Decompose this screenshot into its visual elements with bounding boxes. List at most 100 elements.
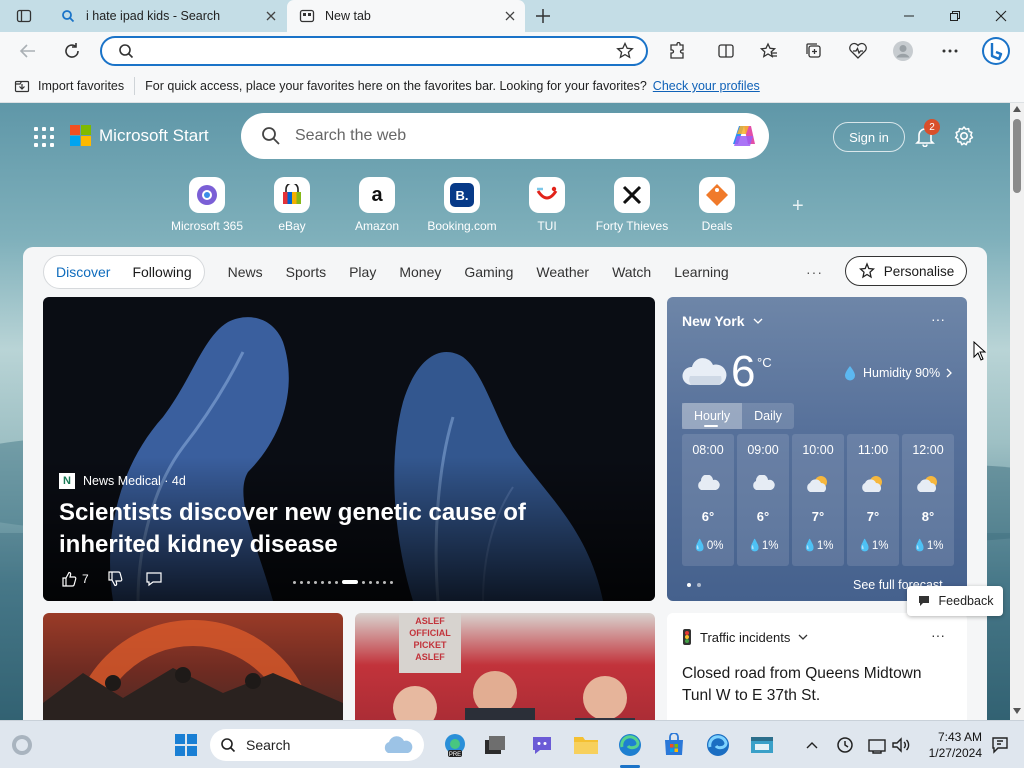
weather-location-selector[interactable]: New York xyxy=(682,313,763,329)
tab-daily[interactable]: Daily xyxy=(742,403,794,429)
notification-center-icon[interactable] xyxy=(986,731,1014,759)
scroll-up-arrow-icon[interactable] xyxy=(1013,106,1021,112)
nav-gaming[interactable]: Gaming xyxy=(464,264,513,280)
hour-forecast-item[interactable]: 08:00 6° 💧0% xyxy=(682,434,734,566)
favorite-star-icon[interactable] xyxy=(616,42,634,60)
nav-watch[interactable]: Watch xyxy=(612,264,651,280)
weather-pagination-dots[interactable] xyxy=(687,583,701,587)
search-icon xyxy=(220,737,236,753)
carousel-dots[interactable] xyxy=(293,580,393,584)
scrollbar-thumb[interactable] xyxy=(1013,119,1021,193)
traffic-incident-text[interactable]: Closed road from Queens Midtown Tunl W t… xyxy=(682,663,952,707)
microsoft-start-logo[interactable]: Microsoft Start xyxy=(70,125,209,146)
hour-temp: 7° xyxy=(811,509,825,524)
chevron-down-icon xyxy=(753,318,763,324)
add-shortcut-plus-icon[interactable]: + xyxy=(792,195,804,218)
personalise-button[interactable]: Personalise xyxy=(845,256,967,286)
nav-money[interactable]: Money xyxy=(399,264,441,280)
tab-search[interactable]: i hate ipad kids - Search xyxy=(48,0,286,32)
back-arrow-icon[interactable] xyxy=(17,40,39,62)
quick-link-forty-thieves[interactable]: Forty Thieves xyxy=(589,177,675,233)
collections-icon[interactable] xyxy=(803,40,825,62)
split-screen-icon[interactable] xyxy=(715,40,737,62)
widgets-icon[interactable] xyxy=(8,731,36,759)
nav-news[interactable]: News xyxy=(228,264,263,280)
nav-more-button[interactable]: ··· xyxy=(806,264,823,280)
copilot-bing-icon[interactable] xyxy=(980,35,1012,67)
edge-beta-icon[interactable] xyxy=(704,731,732,759)
article-source[interactable]: N News Medical · 4d xyxy=(59,473,186,489)
quick-link-ebay[interactable]: eBay xyxy=(249,177,335,233)
web-search-box[interactable]: Search the web xyxy=(241,113,769,159)
page-scrollbar[interactable] xyxy=(1010,103,1024,720)
hour-forecast-item[interactable]: 12:00 8° 💧1% xyxy=(902,434,954,566)
edge-browser-icon[interactable] xyxy=(616,731,644,759)
apps-launcher-icon[interactable] xyxy=(34,127,54,147)
address-bar[interactable] xyxy=(100,36,648,66)
quick-link-deals[interactable]: Deals xyxy=(674,177,760,233)
nav-sports[interactable]: Sports xyxy=(286,264,326,280)
minimize-button[interactable] xyxy=(886,0,932,32)
quick-link-microsoft365[interactable]: Microsoft 365 xyxy=(164,177,250,233)
app-window-icon[interactable] xyxy=(748,731,776,759)
teams-chat-icon[interactable] xyxy=(528,731,556,759)
edge-preview-icon[interactable]: PRE xyxy=(441,731,469,759)
traffic-header[interactable]: Traffic incidents xyxy=(682,629,808,645)
hour-forecast-item[interactable]: 10:00 7° 💧1% xyxy=(792,434,844,566)
nav-weather[interactable]: Weather xyxy=(536,264,589,280)
quick-link-amazon[interactable]: a Amazon xyxy=(334,177,420,233)
news-card-image[interactable] xyxy=(43,613,343,720)
traffic-more-icon[interactable]: ··· xyxy=(931,627,945,643)
onedrive-tray-icon[interactable] xyxy=(831,731,859,759)
address-input[interactable] xyxy=(142,41,602,61)
close-tab-icon[interactable] xyxy=(503,9,517,23)
new-tab-plus-icon[interactable] xyxy=(534,7,552,25)
show-hidden-icons-chevron-icon[interactable] xyxy=(798,731,826,759)
scroll-down-arrow-icon[interactable] xyxy=(1013,708,1021,714)
news-card-image[interactable]: ASLEF OFFICIAL PICKET ASLEF xyxy=(355,613,655,720)
tab-discover[interactable]: Discover xyxy=(56,264,110,280)
temperature-unit[interactable]: °C xyxy=(757,355,772,370)
profile-avatar[interactable] xyxy=(892,40,914,62)
close-tab-icon[interactable] xyxy=(264,9,278,23)
feedback-button[interactable]: Feedback xyxy=(907,586,1003,616)
comment-icon[interactable] xyxy=(145,571,163,587)
thumbs-down-icon[interactable] xyxy=(107,571,123,587)
windows-start-icon[interactable] xyxy=(172,731,200,759)
weather-more-icon[interactable]: ··· xyxy=(931,311,945,327)
volume-icon[interactable] xyxy=(887,731,915,759)
like-button[interactable]: 7 xyxy=(61,571,89,587)
microsoft-store-icon[interactable] xyxy=(660,731,688,759)
tab-following[interactable]: Following xyxy=(132,264,191,280)
nav-learning[interactable]: Learning xyxy=(674,264,729,280)
sign-in-button[interactable]: Sign in xyxy=(833,122,905,152)
tab-actions-icon[interactable] xyxy=(16,8,32,24)
taskbar-search-box[interactable]: Search xyxy=(210,729,424,761)
system-clock[interactable]: 7:43 AM 1/27/2024 xyxy=(920,729,982,761)
refresh-icon[interactable] xyxy=(61,40,83,62)
tab-new-tab[interactable]: New tab xyxy=(287,0,525,32)
tab-hourly[interactable]: Hourly xyxy=(682,403,743,429)
import-favorites-button[interactable]: Import favorites xyxy=(14,78,124,94)
check-profiles-link[interactable]: Check your profiles xyxy=(653,79,760,93)
weather-card[interactable]: New York ··· 6 °C Humidity 90% Hourly Da… xyxy=(667,297,967,601)
file-explorer-icon[interactable] xyxy=(572,731,600,759)
restore-button[interactable] xyxy=(932,0,978,32)
nav-play[interactable]: Play xyxy=(349,264,376,280)
hour-forecast-item[interactable]: 09:00 6° 💧1% xyxy=(737,434,789,566)
extensions-icon[interactable] xyxy=(666,40,688,62)
close-window-button[interactable] xyxy=(978,0,1024,32)
quick-link-booking[interactable]: B. Booking.com xyxy=(419,177,505,233)
quick-link-tui[interactable]: TUI xyxy=(504,177,590,233)
browser-essentials-icon[interactable] xyxy=(847,40,869,62)
hero-article-card[interactable]: N News Medical · 4d Scientists discover … xyxy=(43,297,655,601)
hero-headline[interactable]: Scientists discover new genetic cause of… xyxy=(59,497,629,561)
hour-forecast-item[interactable]: 11:00 7° 💧1% xyxy=(847,434,899,566)
task-view-icon[interactable] xyxy=(481,731,509,759)
humidity-info[interactable]: Humidity 90% xyxy=(843,365,953,381)
copilot-icon[interactable] xyxy=(729,122,759,150)
traffic-incidents-card[interactable]: Traffic incidents ··· Closed road from Q… xyxy=(667,613,967,720)
favorites-icon[interactable] xyxy=(758,40,780,62)
settings-gear-icon[interactable] xyxy=(953,125,975,147)
more-options-icon[interactable] xyxy=(939,40,961,62)
